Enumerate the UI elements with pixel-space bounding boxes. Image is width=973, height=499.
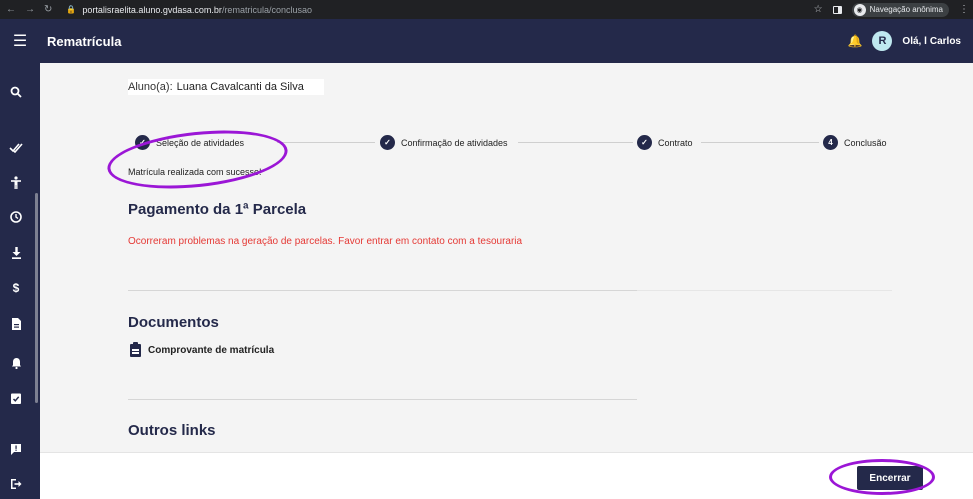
footer-bar: Encerrar (40, 452, 973, 499)
step-label: Conclusão (844, 137, 887, 148)
receipt-document-link[interactable]: Comprovante de matrícula (130, 342, 275, 357)
step-label: Seleção de atividades (156, 137, 245, 148)
sidebar-scrollbar[interactable] (35, 193, 38, 403)
greeting-text: Olá, l (902, 35, 927, 47)
side-panel-icon[interactable] (832, 5, 842, 14)
step-label: Confirmação de atividades (401, 137, 508, 148)
step-confirmacao: ✓ Confirmação de atividades (380, 135, 508, 150)
step-connector (518, 142, 633, 143)
payment-section-title: Pagamento da 1ª Parcela (128, 201, 307, 218)
sidebar-clock-icon[interactable] (0, 206, 32, 228)
student-name: Luana Cavalcanti da Silva (176, 81, 304, 93)
browser-toolbar: ← → ↻ 🔒 portalisraelita.aluno.gvdasa.com… (0, 0, 973, 19)
step-label: Contrato (658, 137, 693, 148)
reload-icon[interactable]: ↻ (44, 4, 52, 15)
avatar[interactable]: R (872, 31, 893, 51)
url-path: /rematricula/conclusao (221, 4, 312, 15)
section-divider (128, 399, 637, 400)
document-link-label: Comprovante de matrícula (148, 345, 275, 356)
forward-icon[interactable]: → (25, 4, 35, 15)
page-title: Rematrícula (47, 33, 122, 49)
sidebar-search-icon[interactable] (0, 81, 32, 103)
hamburger-menu-icon[interactable]: ☰ (0, 31, 40, 51)
incognito-label: Navegação anônima (869, 5, 943, 14)
back-icon[interactable]: ← (6, 4, 16, 15)
notifications-bell-icon[interactable]: 🔔 (847, 34, 862, 48)
sidebar-dollar-icon[interactable]: $ (0, 277, 32, 299)
bookmark-star-icon[interactable]: ☆ (814, 4, 823, 15)
section-divider (128, 290, 637, 291)
url-host: portalisraelita.aluno.gvdasa.com.br (82, 4, 222, 15)
app-header: ☰ Rematrícula 🔔 R Olá, l Carlos (0, 19, 973, 63)
progress-stepper: ✓ Seleção de atividades ✓ Confirmação de… (135, 135, 895, 151)
documents-section-title: Documentos (128, 314, 219, 331)
step-check-icon: ✓ (135, 135, 150, 150)
student-label: Aluno(a): (128, 81, 173, 93)
step-check-icon: ✓ (637, 135, 652, 150)
incognito-icon: ◉ (853, 3, 866, 16)
main-content: Aluno(a): Luana Cavalcanti da Silva ✓ Se… (40, 63, 973, 452)
sidebar-clipboard-check-icon[interactable] (0, 387, 32, 409)
lock-icon[interactable]: 🔒 (66, 5, 76, 14)
browser-menu-icon[interactable]: ⋮ (959, 4, 969, 15)
sidebar-feedback-icon[interactable] (0, 438, 32, 460)
sidebar-bell-icon[interactable] (0, 352, 32, 374)
sidebar-download-icon[interactable] (0, 242, 32, 264)
incognito-badge[interactable]: ◉ Navegação anônima (851, 2, 949, 17)
section-divider (637, 290, 892, 291)
sidebar-logout-icon[interactable] (0, 473, 32, 495)
student-info: Aluno(a): Luana Cavalcanti da Silva (128, 79, 324, 95)
step-number: 4 (823, 135, 838, 150)
address-bar[interactable]: portalisraelita.aluno.gvdasa.com.br/rema… (82, 5, 312, 15)
other-links-section-title: Outros links (128, 422, 216, 439)
user-greeting[interactable]: Olá, l Carlos (902, 36, 961, 47)
step-selecao: ✓ Seleção de atividades (135, 135, 244, 150)
sidebar-document-icon[interactable] (0, 313, 32, 335)
encerrar-button[interactable]: Encerrar (857, 466, 923, 490)
step-connector (701, 142, 819, 143)
success-message: Matrícula realizada com sucesso! (128, 167, 262, 177)
step-contrato: ✓ Contrato (637, 135, 693, 150)
sidebar-person-icon[interactable] (0, 171, 32, 193)
step-connector (277, 142, 375, 143)
sidebar-double-check-icon[interactable] (0, 137, 32, 159)
clipboard-icon (130, 342, 141, 357)
step-check-icon: ✓ (380, 135, 395, 150)
sidebar: $ (0, 63, 40, 499)
user-name: Carlos (929, 35, 961, 47)
error-message: Ocorreram problemas na geração de parcel… (128, 236, 523, 247)
browser-nav: ← → ↻ (0, 4, 52, 15)
step-conclusao: 4 Conclusão (823, 135, 887, 150)
